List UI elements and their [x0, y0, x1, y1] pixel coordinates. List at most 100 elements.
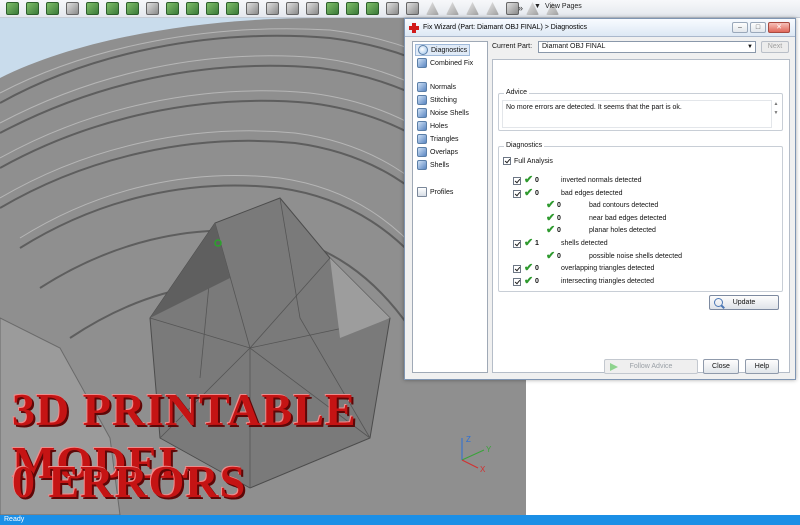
fix-wizard-dialog: Fix Wizard (Part: Diamant OBJ FINAL) > D… [404, 18, 796, 380]
diagnostic-row-checkbox[interactable] [513, 265, 521, 274]
wizard-nav-panel: Diagnostics Combined Fix Normals Stitching N… [412, 41, 488, 373]
caption-line-2: 0 ERRORS [12, 456, 247, 507]
follow-advice-button[interactable]: Follow Advice [604, 359, 698, 374]
toolbar-tool-icon[interactable] [466, 2, 479, 15]
toolbar-tool-icon[interactable] [426, 2, 439, 15]
cube-icon [417, 95, 427, 105]
diagnostic-label: inverted normals detected [561, 177, 642, 184]
update-label: Update [732, 299, 756, 306]
combined-fix-icon [417, 58, 427, 68]
nav-item-noise-shells[interactable]: Noise Shells [415, 107, 471, 119]
nav-item-label: Profiles [430, 188, 454, 196]
diagnostic-count: 0 [535, 177, 539, 184]
nav-item-label: Combined Fix [430, 59, 474, 67]
toolbar-tool-icon[interactable] [286, 2, 299, 15]
cube-icon [417, 108, 427, 118]
nav-item-label: Overlaps [430, 148, 459, 156]
toolbar-tool-icon[interactable] [446, 2, 459, 15]
toolbar-tool-icon[interactable] [206, 2, 219, 15]
nav-item-diagnostics[interactable]: Diagnostics [415, 44, 471, 56]
toolbar-tool-icon[interactable] [46, 2, 59, 15]
toolbar-icons [6, 2, 559, 16]
diagnostic-row: ✔ 1 shells detected [499, 237, 779, 249]
green-check-icon: ✔ [524, 186, 534, 199]
diagnostic-label: possible noise shells detected [589, 252, 683, 260]
diagnostics-group: Diagnostics Full Analysis ✔ 0 inverted nor… [498, 142, 783, 310]
toolbar-tool-icon[interactable] [106, 2, 119, 15]
toolbar-tool-icon[interactable] [126, 2, 139, 15]
document-icon [417, 187, 427, 197]
toolbar-tool-icon[interactable] [406, 2, 419, 15]
next-button[interactable]: Next [761, 41, 789, 53]
diagnostic-count: 0 [557, 252, 561, 260]
toolbar-tool-icon[interactable] [346, 2, 359, 15]
diagnostic-row: ✔ 0 intersecting triangles detected [499, 274, 779, 287]
nav-item-combined-fix[interactable]: Combined Fix [415, 57, 475, 69]
diagnostic-count: 1 [535, 240, 539, 247]
maximize-button[interactable]: □ [750, 22, 766, 33]
diagnostics-content: Advice No more errors are detected. It s… [492, 59, 790, 373]
diagnostic-label: planar holes detected [589, 227, 656, 235]
toolbar-tool-icon[interactable] [266, 2, 279, 15]
diagnostic-row-checkbox[interactable] [513, 177, 521, 185]
diagnostic-count: 0 [535, 265, 539, 273]
minimize-button[interactable]: – [732, 22, 748, 33]
close-button[interactable]: Close [703, 359, 739, 374]
nav-item-normals[interactable]: Normals [415, 81, 458, 93]
diagnostic-count: 0 [535, 189, 539, 197]
diagnostic-row: ✔ 0 overlapping triangles detected [499, 262, 779, 274]
status-bar: Ready [0, 515, 800, 525]
toolbar-tool-icon[interactable] [226, 2, 239, 15]
diagnostic-row-checkbox[interactable] [513, 277, 521, 286]
nav-item-overlaps[interactable]: Overlaps [415, 146, 460, 158]
nav-item-shells[interactable]: Shells [415, 159, 451, 171]
dialog-title-bar[interactable]: Fix Wizard (Part: Diamant OBJ FINAL) > D… [405, 19, 795, 37]
nav-item-label: Triangles [430, 135, 459, 143]
toolbar-tool-icon[interactable] [326, 2, 339, 15]
full-analysis-row[interactable]: Full Analysis [503, 157, 553, 165]
toolbar-tool-icon[interactable] [26, 2, 39, 15]
toolbar-tool-icon[interactable] [166, 2, 179, 15]
toolbar-tool-icon[interactable] [6, 2, 19, 15]
toolbar-tool-icon[interactable] [86, 2, 99, 15]
toolbar-tool-icon[interactable] [146, 2, 159, 15]
green-check-icon: ✔ [546, 211, 556, 224]
view-pages-dropdown[interactable]: ▼ View Pages [534, 3, 582, 10]
nav-item-stitching[interactable]: Stitching [415, 94, 459, 106]
nav-item-holes[interactable]: Holes [415, 120, 450, 132]
toolbar-tool-icon[interactable] [386, 2, 399, 15]
window-close-button[interactable]: ✕ [768, 22, 790, 33]
chevron-down-icon: ▼ [747, 44, 753, 50]
cube-icon [417, 82, 427, 92]
diagnostic-count: 0 [557, 214, 561, 222]
diagnostic-row: ✔ 0 inverted normals detected [499, 174, 779, 186]
full-analysis-checkbox[interactable] [503, 157, 511, 165]
toolbar-tool-icon[interactable] [366, 2, 379, 15]
diagnostic-row: ✔ 0 possible noise shells detected [499, 250, 779, 262]
toolbar-tool-icon[interactable] [66, 2, 79, 15]
diagnostics-title: Diagnostics [504, 142, 545, 149]
advice-scrollbar[interactable]: ▲ ▼ [772, 100, 780, 128]
current-part-label: Current Part: [492, 43, 533, 50]
toolbar-tool-icon[interactable] [306, 2, 319, 15]
update-button[interactable]: Update [709, 295, 779, 310]
toolbar-tool-icon[interactable] [486, 2, 499, 15]
toolbar-tool-icon[interactable] [186, 2, 199, 15]
nav-item-label: Stitching [430, 96, 457, 104]
fix-wizard-icon [409, 23, 419, 33]
magnifier-icon [418, 45, 428, 55]
current-part-select[interactable]: Diamant OBJ FINAL ▼ [538, 41, 756, 53]
green-check-icon: ✔ [524, 274, 534, 287]
nav-item-triangles[interactable]: Triangles [415, 133, 461, 145]
diagnostic-row: ✔ 0 near bad edges detected [499, 211, 779, 224]
help-button[interactable]: Help [745, 359, 779, 374]
nav-item-profiles[interactable]: Profiles [415, 186, 455, 198]
toolbar-tool-icon[interactable] [246, 2, 259, 15]
diagnostic-label: overlapping triangles detected [561, 265, 655, 273]
arrow-right-icon [610, 363, 618, 371]
advice-title: Advice [504, 89, 530, 96]
diagnostic-row-checkbox[interactable] [513, 189, 521, 198]
diagnostic-row-checkbox[interactable] [513, 240, 521, 248]
toolbar-overflow-button[interactable]: » [518, 3, 523, 13]
diagnostic-count: 0 [557, 202, 561, 210]
